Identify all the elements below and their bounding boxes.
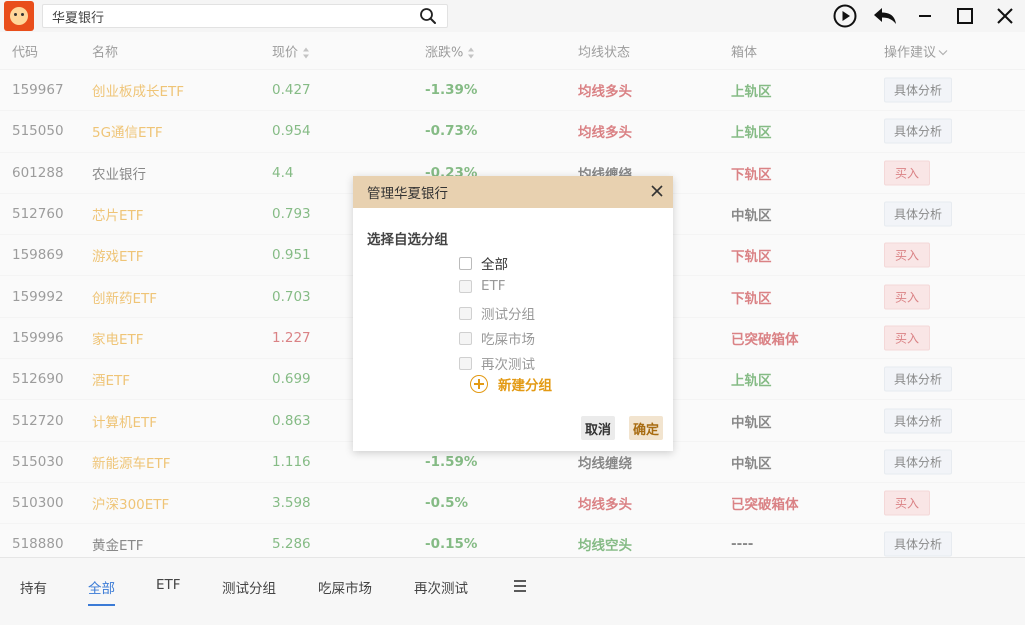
close-icon[interactable] [992,4,1018,28]
group-option-all[interactable]: 全部 [459,253,508,273]
minimize-icon[interactable] [912,4,938,28]
search-icon[interactable] [419,7,437,25]
tab-etf[interactable]: ETF [156,577,181,593]
search-input-value: 华夏银行 [52,10,105,26]
play-circle-icon[interactable] [832,4,858,28]
option-label: 吃屎市场 [481,332,535,348]
group-option-market[interactable]: 吃屎市场 [459,328,535,348]
section-label: 选择自选分组 [367,232,448,248]
new-group-label: 新建分组 [498,378,552,394]
checkbox[interactable] [459,306,472,320]
tab-hold[interactable]: 持有 [20,577,47,597]
confirm-button[interactable]: 确定 [629,416,664,440]
dialog-title: 管理华夏银行 [367,186,448,202]
group-option-retest[interactable]: 再次测试 [459,353,535,373]
hamburger-menu-icon[interactable] [513,579,527,593]
maximize-icon[interactable] [952,4,978,28]
divider [0,557,1025,558]
title-bar: 华夏银行 [0,0,1025,32]
group-option-etf[interactable]: ETF [459,278,506,294]
tab-all[interactable]: 全部 [88,577,115,606]
checkbox[interactable] [459,256,472,270]
option-label: 全部 [481,257,508,273]
checkbox[interactable] [459,279,472,293]
tab-test-group[interactable]: 测试分组 [222,577,276,597]
cancel-button[interactable]: 取消 [581,416,616,440]
manage-group-dialog: 管理华夏银行 选择自选分组 全部 ETF 测试分组 吃屎市场 再次测试 新建分组… [353,176,673,451]
checkbox[interactable] [459,331,472,345]
close-icon[interactable] [650,184,664,198]
checkbox[interactable] [459,356,472,370]
option-label: ETF [481,278,506,294]
search-input[interactable]: 华夏银行 [42,4,448,28]
tab-market[interactable]: 吃屎市场 [318,577,372,597]
undo-arrow-icon[interactable] [872,4,898,28]
option-label: 测试分组 [481,307,535,323]
option-label: 再次测试 [481,357,535,373]
app-logo [4,1,34,31]
plus-circle-icon [470,375,488,393]
new-group-button[interactable]: 新建分组 [470,374,552,394]
dialog-header: 管理华夏银行 [353,176,673,208]
group-tabs: 持有 全部 ETF 测试分组 吃屎市场 再次测试 [0,567,1025,606]
group-option-test[interactable]: 测试分组 [459,303,535,323]
tab-retest[interactable]: 再次测试 [414,577,468,597]
